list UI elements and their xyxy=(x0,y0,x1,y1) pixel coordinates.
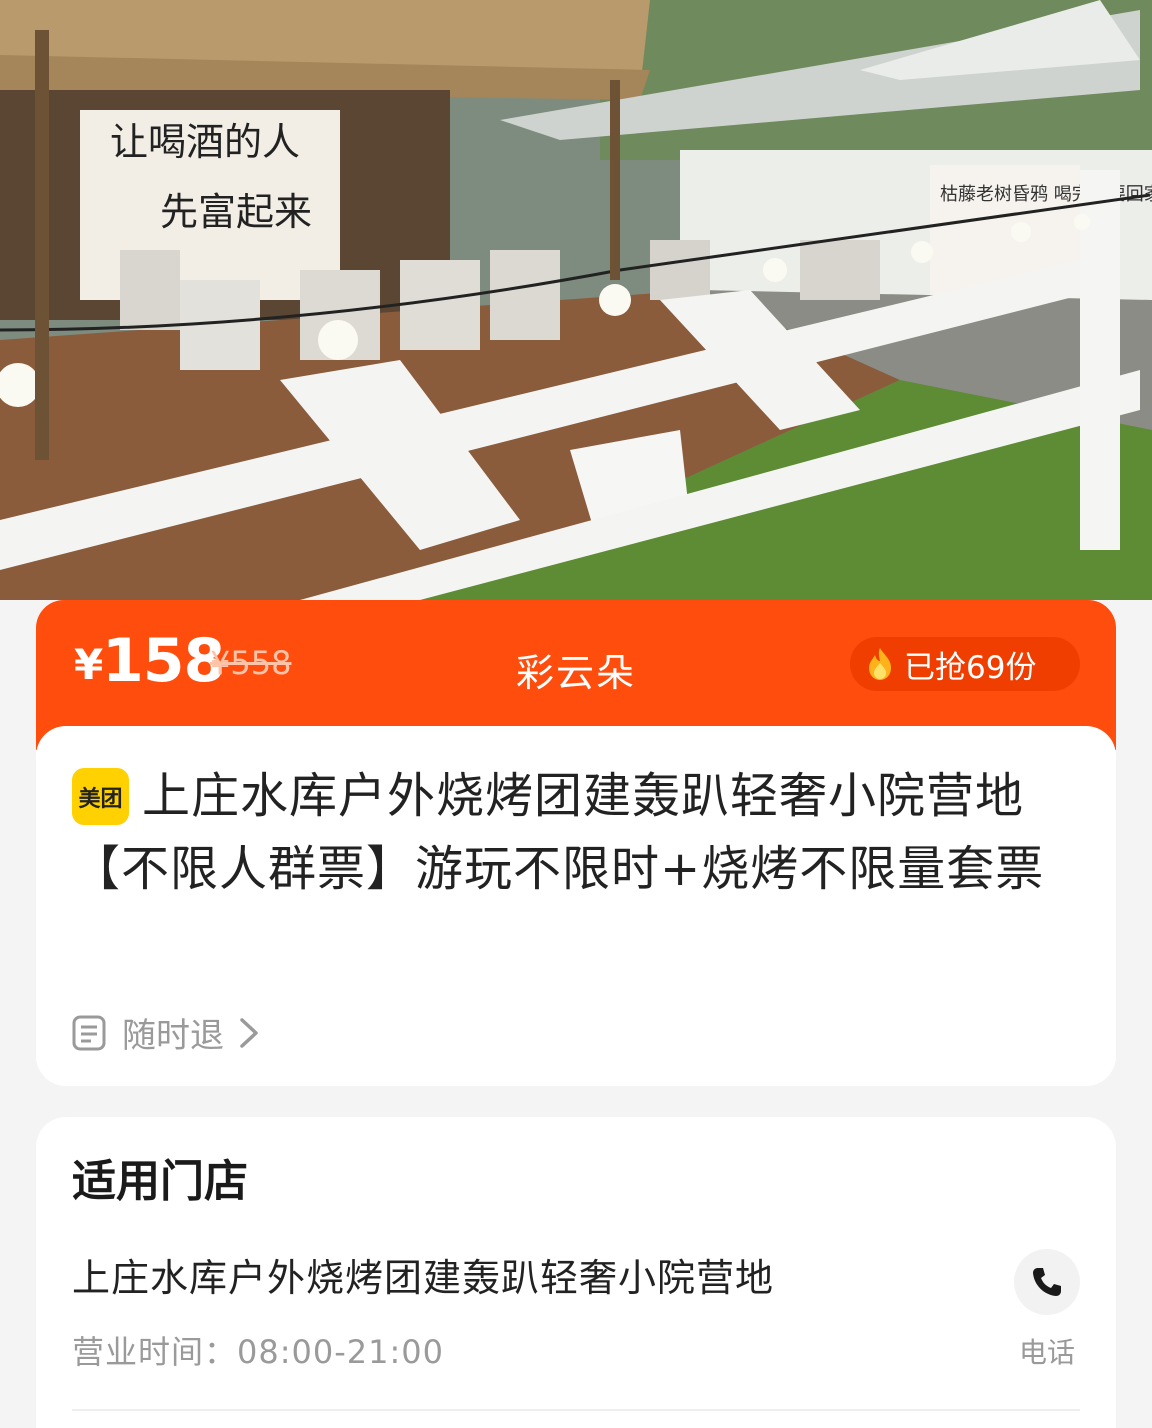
phone-icon xyxy=(1033,1268,1061,1296)
product-info-card: 美团 上庄水库户外烧烤团建轰趴轻奢小院营地【不限人群票】游玩不限时+烧烤不限量套… xyxy=(36,726,1116,1086)
hero-banner-line1: 让喝酒的人 xyxy=(110,120,300,164)
divider xyxy=(72,1409,1080,1411)
applicable-store-card: 适用门店 上庄水库户外烧烤团建轰趴轻奢小院营地 营业时间：08:00-21:00… xyxy=(36,1117,1116,1428)
section-title: 适用门店 xyxy=(72,1156,248,1207)
refund-policy-link[interactable]: 随时退 xyxy=(72,1008,260,1057)
store-name[interactable]: 上庄水库户外烧烤团建轰趴轻奢小院营地 xyxy=(72,1247,774,1302)
deal-detail-page: 让喝酒的人 先富起来 枯藤老树昏鸦 喝完就要回家 ¥ 158 ¥558 彩云朵 … xyxy=(0,0,1152,1428)
product-title: 上庄水库户外烧烤团建轰趴轻奢小院营地【不限人群票】游玩不限时+烧烤不限量套票 xyxy=(72,768,1045,897)
hero-banner-line2: 先富起来 xyxy=(160,190,312,234)
call-button[interactable] xyxy=(1014,1249,1080,1315)
document-icon xyxy=(72,1015,106,1050)
call-label[interactable]: 电话 xyxy=(1004,1331,1090,1371)
hero-banner-right: 枯藤老树昏鸦 喝完就要回家 xyxy=(940,184,1152,205)
sold-count-text: 已抢69份 xyxy=(904,649,1037,686)
sold-count-badge: 已抢69份 xyxy=(850,637,1080,691)
refund-policy-label: 随时退 xyxy=(122,1016,224,1056)
hero-photo[interactable]: 让喝酒的人 先富起来 枯藤老树昏鸦 喝完就要回家 xyxy=(0,0,1152,600)
business-hours: 营业时间：08:00-21:00 xyxy=(72,1333,444,1371)
hero-illustration: 让喝酒的人 先富起来 枯藤老树昏鸦 喝完就要回家 xyxy=(0,0,1152,600)
chevron-right-icon xyxy=(240,1017,258,1048)
fire-icon xyxy=(869,648,891,680)
